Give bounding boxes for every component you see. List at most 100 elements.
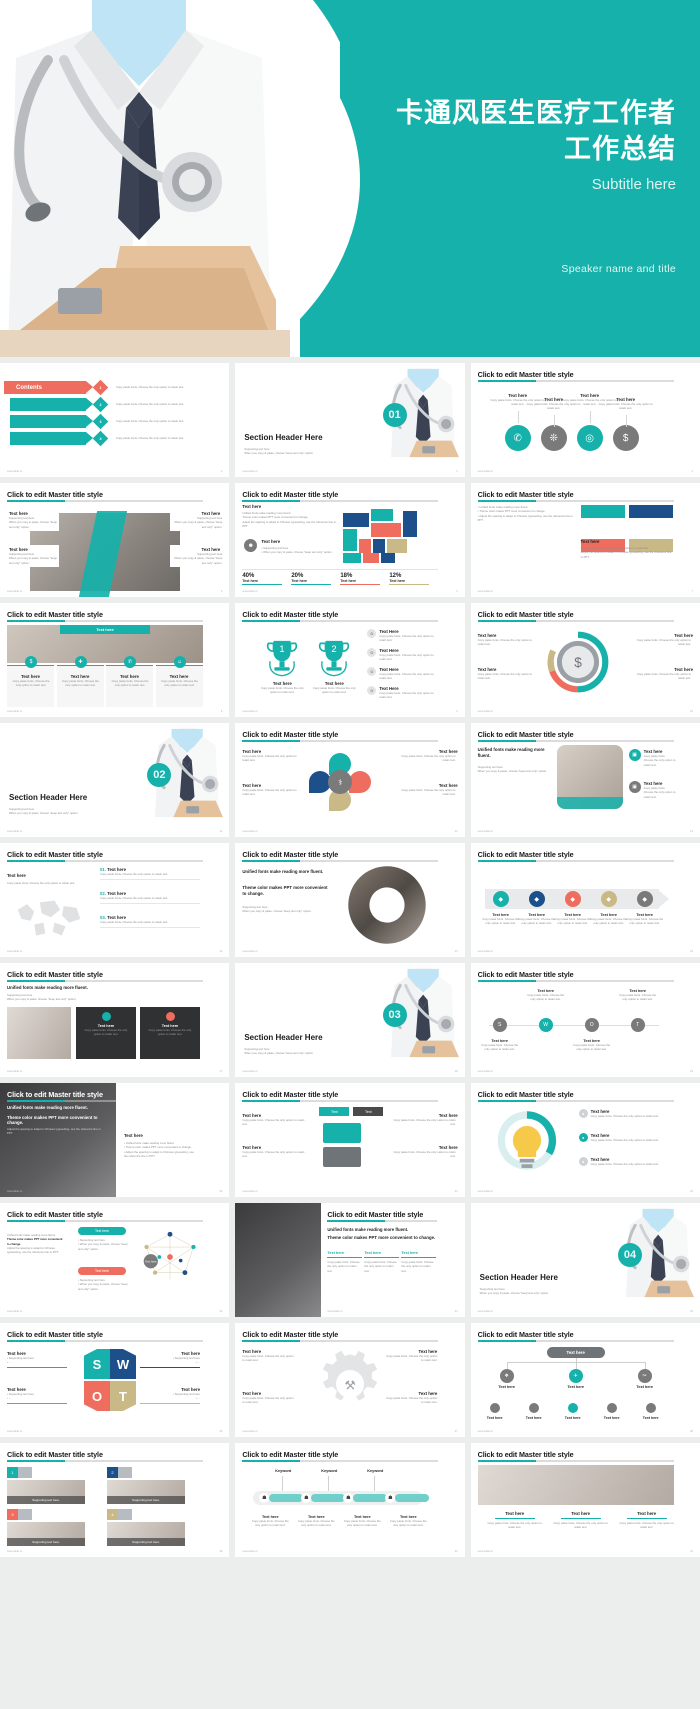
dark-card[interactable]: Text here Copy paste fonts. Choose the o…: [76, 1007, 136, 1059]
org-leaf[interactable]: [606, 1403, 617, 1413]
step-icon[interactable]: ◆: [600, 891, 617, 907]
numbered-row[interactable]: 01. Text here Copy paste fonts. Choose t…: [100, 867, 200, 881]
slide-thumbnail-4[interactable]: Click to edit Master title style www.isl…: [0, 483, 230, 597]
gallery-tile[interactable]: 3 Supporting text here.: [7, 1509, 85, 1546]
petal-shape[interactable]: [349, 771, 372, 793]
slide-thumbnail-18[interactable]: Click to edit Master title style www.isl…: [470, 963, 700, 1077]
step-icon[interactable]: ◆: [528, 891, 545, 907]
gear-item[interactable]: Text here Copy paste fonts. Choose the o…: [242, 1391, 294, 1405]
column-card[interactable]: Text here Copy paste fonts. Choose the o…: [327, 1251, 363, 1273]
contents-row[interactable]: 3 Copy paste fonts. Choose the only opti…: [10, 413, 216, 430]
slide-thumbnail-12[interactable]: Click to edit Master title style www.isl…: [470, 723, 700, 837]
pill-tab[interactable]: Text here: [78, 1227, 126, 1235]
column-card[interactable]: Text here Copy paste fonts. Choose the o…: [401, 1251, 437, 1273]
slide-thumbnail-6[interactable]: Click to edit Master title style www.isl…: [470, 483, 700, 597]
slide-thumbnail-10[interactable]: 02 Section Header Here Supporting text h…: [0, 723, 230, 837]
color-tile[interactable]: [628, 505, 673, 518]
org-leaf[interactable]: [645, 1403, 656, 1413]
slide-thumbnail-25[interactable]: Click to edit Master title style www.isl…: [0, 1323, 230, 1437]
slide-thumbnail-17[interactable]: 03 Section Header Here Supporting text h…: [235, 963, 465, 1077]
contents-row[interactable]: 2 Copy paste fonts. Choose the only opti…: [10, 396, 216, 413]
org-leaf[interactable]: [567, 1403, 578, 1413]
slide-thumbnail-26[interactable]: Click to edit Master title style www.isl…: [235, 1323, 465, 1437]
contents-row[interactable]: Contents 1 Copy paste fonts. Choose the …: [4, 379, 216, 396]
slide-thumbnail-13[interactable]: Click to edit Master title style www.isl…: [0, 843, 230, 957]
chain-card[interactable]: Text here Copy paste fonts. Choose the o…: [295, 1515, 337, 1528]
timeline-node[interactable]: T: [630, 1018, 645, 1032]
numbered-row[interactable]: 02. Text here Copy paste fonts. Choose t…: [100, 891, 200, 905]
column-card[interactable]: Text here Copy paste fonts. Choose the o…: [364, 1251, 400, 1273]
gear-item[interactable]: Text here Copy paste fonts. Choose the o…: [242, 1349, 294, 1363]
timeline-node[interactable]: W: [538, 1018, 553, 1032]
chain-card[interactable]: Text here Copy paste fonts. Choose the o…: [249, 1515, 291, 1528]
slide-thumbnail-11[interactable]: Click to edit Master title style www.isl…: [235, 723, 465, 837]
icon-card[interactable]: Text here Copy paste fonts. Choose the on…: [155, 665, 203, 707]
list-item[interactable]: ✿ Text Here Copy paste fonts. Choose the …: [367, 667, 437, 681]
slide-thumbnail-27[interactable]: Click to edit Master title style www.isl…: [470, 1323, 700, 1437]
slide-thumbnail-1[interactable]: Contents 1 Copy paste fonts. Choose the …: [0, 363, 230, 477]
org-node[interactable]: ❖: [499, 1369, 514, 1383]
slide-thumbnail-20[interactable]: Click to edit Master title style www.isl…: [235, 1083, 465, 1197]
slide-thumbnail-14[interactable]: Click to edit Master title style www.isl…: [235, 843, 465, 957]
side-item[interactable]: ▣ Text here Copy paste fonts. Choose the …: [628, 781, 676, 799]
icon-card[interactable]: Text here Copy paste fonts. Choose the on…: [106, 665, 153, 707]
slide-thumbnail-16[interactable]: Click to edit Master title style www.isl…: [0, 963, 230, 1077]
list-item[interactable]: ✿ Text Here Copy paste fonts. Choose the …: [367, 648, 437, 662]
org-leaf[interactable]: [489, 1403, 500, 1413]
gallery-tile[interactable]: 2 Supporting text here.: [107, 1467, 185, 1504]
bulb-item[interactable]: ● Text here Copy paste fonts. Choose the …: [578, 1133, 671, 1142]
slide-thumbnail-5[interactable]: Click to edit Master title style www.isl…: [235, 483, 465, 597]
timeline-node[interactable]: S: [492, 1018, 507, 1032]
bulb-item[interactable]: ● Text here Copy paste fonts. Choose the …: [578, 1109, 671, 1118]
feature-icon-circle[interactable]: ❊: [540, 425, 567, 451]
slide-thumbnail-28[interactable]: Click to edit Master title style www.isl…: [0, 1443, 230, 1557]
photo-card[interactable]: Text here Copy paste fonts. Choose the o…: [487, 1511, 543, 1530]
photo-card[interactable]: Text here Copy paste fonts. Choose the o…: [619, 1511, 675, 1530]
slide-thumbnail-24[interactable]: 04 Section Header Here Supporting text h…: [470, 1203, 700, 1317]
tab-chip[interactable]: Text: [353, 1107, 384, 1116]
photo-card[interactable]: Text here Copy paste fonts. Choose the o…: [553, 1511, 609, 1530]
list-item[interactable]: ✿ Text Here Copy paste fonts. Choose the …: [367, 629, 437, 643]
step-icon[interactable]: ◆: [636, 891, 653, 907]
swot-cell[interactable]: O: [84, 1381, 110, 1411]
side-item[interactable]: ▣ Text here Copy paste fonts. Choose the …: [628, 749, 676, 767]
slide-thumbnail-30[interactable]: Click to edit Master title style www.isl…: [470, 1443, 700, 1557]
gear-item[interactable]: Text here Copy paste fonts. Choose the o…: [385, 1349, 437, 1363]
tab-chip[interactable]: Text: [319, 1107, 350, 1116]
org-node[interactable]: ✈: [568, 1369, 583, 1383]
slide-thumbnail-15[interactable]: Click to edit Master title style www.isl…: [470, 843, 700, 957]
slide-thumbnail-23[interactable]: Click to edit Master title style Unified…: [235, 1203, 465, 1317]
chain-card[interactable]: Text here Copy paste fonts. Choose the o…: [387, 1515, 429, 1528]
gallery-tile[interactable]: 4 Supporting text here.: [107, 1509, 185, 1546]
slide-thumbnail-8[interactable]: Click to edit Master title style www.isl…: [235, 603, 465, 717]
feature-icon-circle[interactable]: ◎: [576, 425, 603, 451]
pill-tab[interactable]: Text here: [78, 1267, 126, 1275]
slide-thumbnail-21[interactable]: Click to edit Master title style www.isl…: [470, 1083, 700, 1197]
slide-thumbnail-22[interactable]: Click to edit Master title style www.isl…: [0, 1203, 230, 1317]
contents-row[interactable]: 4 Copy paste fonts. Choose the only opti…: [10, 430, 216, 447]
swot-cell[interactable]: T: [110, 1381, 136, 1411]
slide-thumbnail-7[interactable]: Click to edit Master title style www.isl…: [0, 603, 230, 717]
bulb-item[interactable]: ● Text here Copy paste fonts. Choose the …: [578, 1157, 671, 1166]
chain-card[interactable]: Text here Copy paste fonts. Choose the o…: [341, 1515, 383, 1528]
step-icon[interactable]: ◆: [492, 891, 509, 907]
org-node[interactable]: ✂: [637, 1369, 652, 1383]
swot-cell[interactable]: W: [110, 1349, 136, 1379]
slide-thumbnail-19[interactable]: Click to edit Master title style Unified…: [0, 1083, 230, 1197]
slide-thumbnail-29[interactable]: Click to edit Master title style www.isl…: [235, 1443, 465, 1557]
feature-icon-circle[interactable]: ✆: [504, 425, 531, 451]
org-leaf[interactable]: [528, 1403, 539, 1413]
list-item[interactable]: ✿ Text Here Copy paste fonts. Choose the …: [367, 686, 437, 700]
slide-thumbnail-3[interactable]: Click to edit Master title style www.isl…: [470, 363, 700, 477]
gear-item[interactable]: Text here Copy paste fonts. Choose the o…: [385, 1391, 437, 1405]
timeline-node[interactable]: O: [584, 1018, 599, 1032]
step-icon[interactable]: ◆: [564, 891, 581, 907]
slide-thumbnail-9[interactable]: Click to edit Master title style www.isl…: [470, 603, 700, 717]
icon-card[interactable]: Text here Copy paste fonts. Choose the on…: [7, 665, 54, 707]
color-tile[interactable]: [580, 505, 625, 518]
dark-card[interactable]: Text here Copy paste fonts. Choose the o…: [140, 1007, 200, 1059]
feature-icon-circle[interactable]: $: [612, 425, 639, 451]
swot-cell[interactable]: S: [84, 1349, 110, 1379]
slide-thumbnail-2[interactable]: 01 Section Header Here Supporting text h…: [235, 363, 465, 477]
org-root[interactable]: Text here: [546, 1347, 605, 1358]
